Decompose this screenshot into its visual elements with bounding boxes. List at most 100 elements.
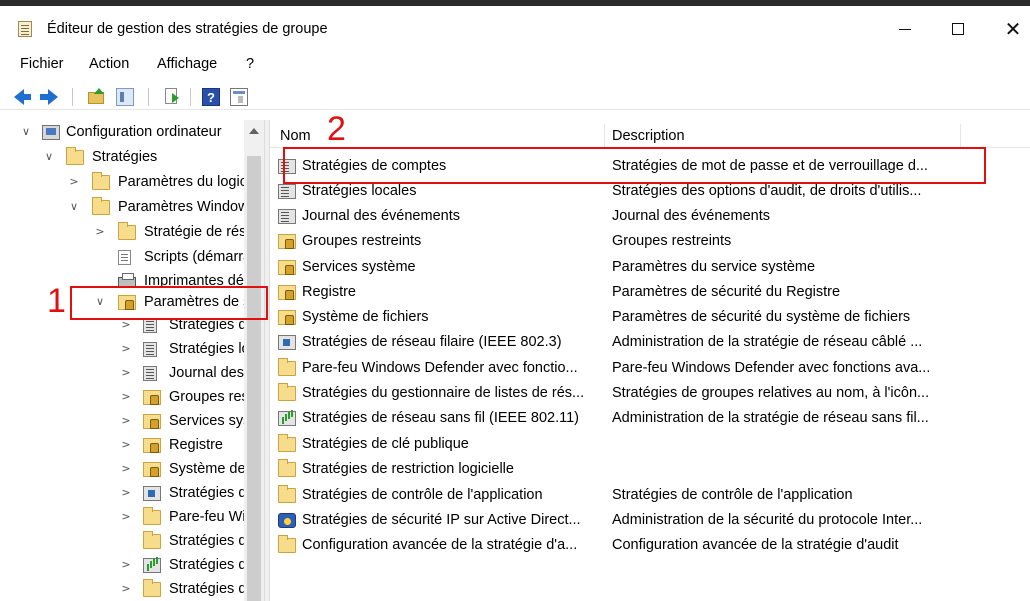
minimize-button[interactable] — [882, 14, 928, 44]
expand-chevron-icon[interactable]: > — [120, 511, 132, 523]
menu-action[interactable]: Action — [89, 56, 129, 72]
list-item[interactable]: Stratégies de restriction logicielle — [270, 457, 1030, 482]
tree-item[interactable]: ∨ Paramètres Windows — [0, 197, 244, 219]
item-name: Groupes restreints — [302, 233, 422, 249]
expand-chevron-icon[interactable]: > — [120, 415, 132, 427]
expand-chevron-icon[interactable]: > — [120, 439, 132, 451]
scrollbar-thumb[interactable] — [247, 156, 261, 601]
column-divider[interactable] — [604, 124, 605, 148]
expand-chevron-icon[interactable]: > — [94, 226, 106, 238]
column-divider[interactable] — [960, 124, 961, 148]
expand-chevron-icon[interactable]: > — [120, 391, 132, 403]
expand-chevron-icon[interactable]: > — [120, 583, 132, 595]
security-folder-icon — [143, 414, 161, 429]
expand-chevron-icon[interactable]: > — [120, 559, 132, 571]
tree-item[interactable]: > Stratégies de réseau sans fil — [0, 555, 244, 577]
list-item[interactable]: Stratégies de contrôle de l'application … — [270, 483, 1030, 508]
collapse-chevron-icon[interactable]: ∨ — [20, 126, 32, 138]
up-one-level-button[interactable] — [88, 88, 106, 106]
item-name: Stratégies du gestionnaire de listes de … — [302, 385, 585, 401]
tree-item[interactable]: Stratégies du gestionnaire — [0, 531, 244, 553]
tree-item[interactable]: > Stratégies de réseau filaire — [0, 483, 244, 505]
list-item[interactable]: Pare-feu Windows Defender avec fonctio..… — [270, 356, 1030, 381]
tree-item[interactable]: ∨ Configuration ordinateur — [0, 122, 244, 144]
item-description: Administration de la stratégie de réseau… — [612, 334, 923, 350]
menu-fichier[interactable]: Fichier — [20, 56, 64, 72]
tree-item[interactable]: > Services système — [0, 411, 244, 433]
collapse-chevron-icon[interactable]: ∨ — [43, 151, 55, 163]
close-button[interactable]: ✕ — [990, 14, 1030, 44]
export-list-button[interactable] — [164, 88, 182, 106]
scroll-up-icon[interactable] — [249, 128, 259, 134]
show-hide-console-tree-button[interactable] — [116, 88, 134, 106]
maximize-button[interactable] — [935, 14, 981, 44]
list-item[interactable]: Système de fichiers Paramètres de sécuri… — [270, 305, 1030, 330]
list-item[interactable]: Registre Paramètres de sécurité du Regis… — [270, 280, 1030, 305]
show-action-pane-button[interactable] — [230, 88, 248, 106]
tree-scrollbar[interactable] — [244, 120, 264, 601]
wireless-icon — [143, 558, 161, 573]
item-name: Registre — [302, 284, 356, 300]
tree-item[interactable]: > Système de fichiers — [0, 459, 244, 481]
tree-item[interactable]: > Stratégie de résolution de noms — [0, 222, 244, 244]
security-folder-icon — [278, 234, 296, 249]
list-item[interactable]: Services système Paramètres du service s… — [270, 255, 1030, 280]
menu-bar: Fichier Action Affichage ? — [0, 50, 1030, 78]
collapse-chevron-icon[interactable]: ∨ — [68, 201, 80, 213]
expand-chevron-icon[interactable]: > — [68, 176, 80, 188]
folder-icon — [92, 197, 110, 215]
back-button[interactable] — [14, 88, 32, 106]
list-item[interactable]: Stratégies de réseau sans fil (IEEE 802.… — [270, 406, 1030, 431]
list-item[interactable]: Groupes restreints Groupes restreints — [270, 229, 1030, 254]
security-folder-icon — [143, 462, 161, 477]
tree-item-label: Paramètres Windows — [118, 199, 244, 215]
help-button[interactable]: ? — [202, 88, 220, 106]
security-folder-icon — [143, 438, 161, 453]
expand-chevron-icon[interactable]: > — [120, 463, 132, 475]
folder-icon — [118, 222, 136, 240]
expand-chevron-icon[interactable]: > — [120, 343, 132, 355]
list-item[interactable]: Configuration avancée de la stratégie d'… — [270, 533, 1030, 558]
column-header-name[interactable]: Nom — [280, 128, 311, 144]
folder-icon — [278, 535, 296, 553]
forward-button[interactable] — [40, 88, 58, 106]
folder-icon — [278, 434, 296, 452]
tree-item[interactable]: > Paramètres du logiciel — [0, 172, 244, 194]
expand-chevron-icon[interactable]: > — [120, 367, 132, 379]
tree-item-label: Stratégies de réseau filaire — [169, 485, 244, 501]
folder-icon — [143, 507, 161, 525]
list-item[interactable]: Stratégies du gestionnaire de listes de … — [270, 381, 1030, 406]
forward-arrow-icon — [40, 89, 58, 105]
item-name: Stratégies locales — [302, 183, 417, 199]
tree-item[interactable]: > Stratégies de clé publique — [0, 579, 244, 601]
list-item[interactable]: Stratégies de sécurité IP sur Active Dir… — [270, 508, 1030, 533]
item-name: Stratégies de réseau filaire (IEEE 802.3… — [302, 334, 562, 350]
menu-help[interactable]: ? — [246, 56, 254, 72]
tree-item-label: Configuration ordinateur — [66, 124, 222, 140]
menu-affichage[interactable]: Affichage — [157, 56, 217, 72]
list-item[interactable]: Journal des événements Journal des événe… — [270, 204, 1030, 229]
tree-item[interactable]: > Groupes restreints — [0, 387, 244, 409]
tree-item[interactable]: > Journal des événements — [0, 363, 244, 385]
tree-item-label: Système de fichiers — [169, 461, 244, 477]
column-header-description[interactable]: Description — [612, 128, 685, 144]
tree-item-label: Pare-feu Windows Defender — [169, 509, 244, 525]
policy-icon — [278, 209, 296, 224]
column-header-row: Nom Description — [270, 124, 1030, 148]
tree-item[interactable]: Scripts (démarrage/arrêt) — [0, 247, 244, 269]
expand-chevron-icon[interactable]: > — [120, 487, 132, 499]
expand-chevron-icon[interactable]: > — [120, 319, 132, 331]
list-item[interactable]: Stratégies de clé publique — [270, 432, 1030, 457]
minimize-icon — [899, 28, 911, 30]
tree-item-label: Stratégies locales — [169, 341, 244, 357]
tree-item-label: Stratégies de clé publique — [169, 581, 244, 597]
list-item[interactable]: Stratégies de réseau filaire (IEEE 802.3… — [270, 330, 1030, 355]
folder-icon — [278, 459, 296, 477]
script-icon — [118, 250, 131, 265]
tree-item[interactable]: > Stratégies locales — [0, 339, 244, 361]
item-description: Stratégies de contrôle de l'application — [612, 487, 853, 503]
tree-item[interactable]: ∨ Stratégies — [0, 147, 244, 169]
item-description: Administration de la sécurité du protoco… — [612, 512, 923, 528]
tree-item[interactable]: > Registre — [0, 435, 244, 457]
tree-item[interactable]: > Pare-feu Windows Defender — [0, 507, 244, 529]
